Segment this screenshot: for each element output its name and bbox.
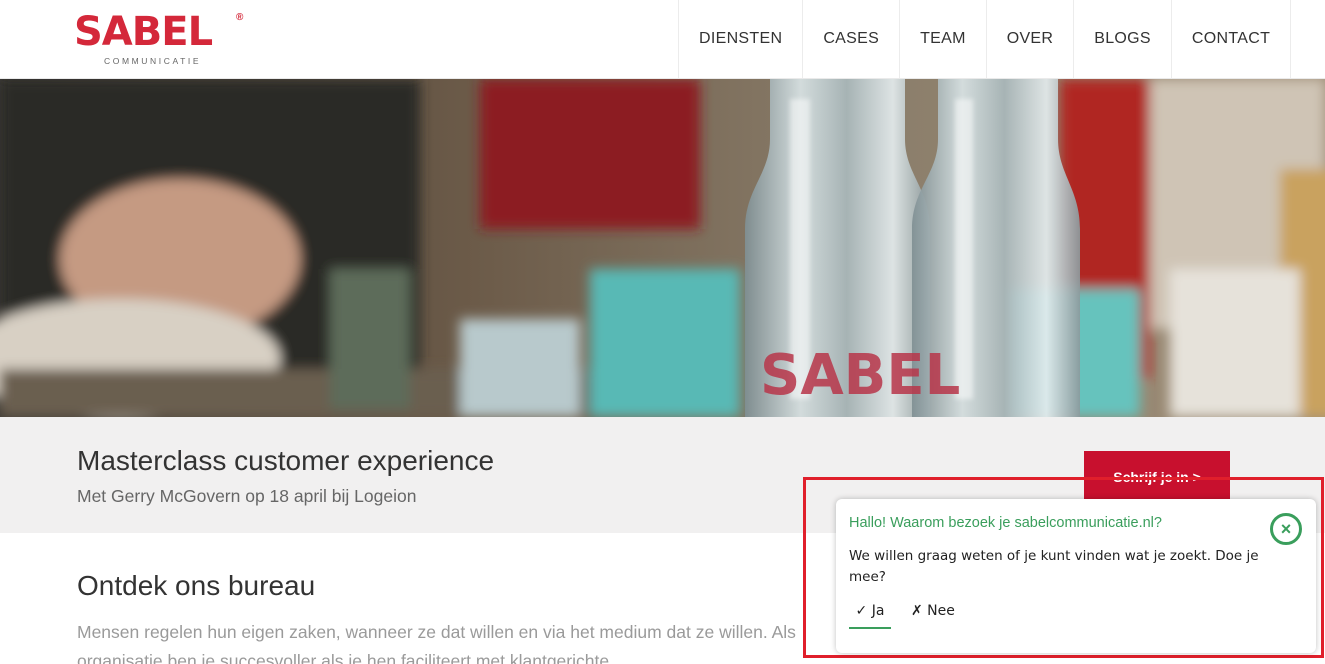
hero-image: SABEL [0, 79, 1325, 417]
nav-item-over[interactable]: OVER [985, 0, 1074, 78]
nav-item-blogs[interactable]: BLOGS [1073, 0, 1171, 78]
logo-tagline: COMMUNICATIE [104, 56, 202, 66]
intro-paragraph: Mensen regelen hun eigen zaken, wanneer … [77, 622, 796, 664]
yes-button[interactable]: ✓ Ja [849, 603, 891, 629]
bottle-label-text: SABEL [760, 343, 960, 408]
feedback-popup: Hallo! Waarom bezoek je sabelcommunicati… [836, 499, 1316, 653]
nav-item-contact[interactable]: CONTACT [1170, 0, 1292, 78]
registered-mark: ® [236, 12, 244, 23]
nav-item-diensten[interactable]: DIENSTEN [678, 0, 802, 78]
sabel-logo[interactable]: SABEL ® COMMUNICATIE [74, 12, 249, 70]
no-button[interactable]: ✗ Nee [911, 603, 955, 629]
logo-wordmark: SABEL [74, 9, 213, 55]
main-nav: DIENSTEN CASES TEAM OVER BLOGS CONTACT [678, 0, 1292, 78]
intro-heading: Ontdek ons bureau [77, 570, 316, 601]
popup-question: Hallo! Waarom bezoek je sabelcommunicati… [849, 515, 1162, 531]
close-icon[interactable]: × [1270, 513, 1302, 545]
site-header: SABEL ® COMMUNICATIE DIENSTEN CASES TEAM… [0, 0, 1325, 79]
nav-item-team[interactable]: TEAM [899, 0, 986, 78]
nav-item-cases[interactable]: CASES [802, 0, 899, 78]
hero-photo-illustration: SABEL [0, 79, 1325, 417]
promo-title: Masterclass customer experience [77, 445, 495, 476]
promo-subtitle: Met Gerry McGovern op 18 april bij Logei… [77, 486, 417, 506]
popup-message: We willen graag weten of je kunt vinden … [849, 548, 1259, 585]
